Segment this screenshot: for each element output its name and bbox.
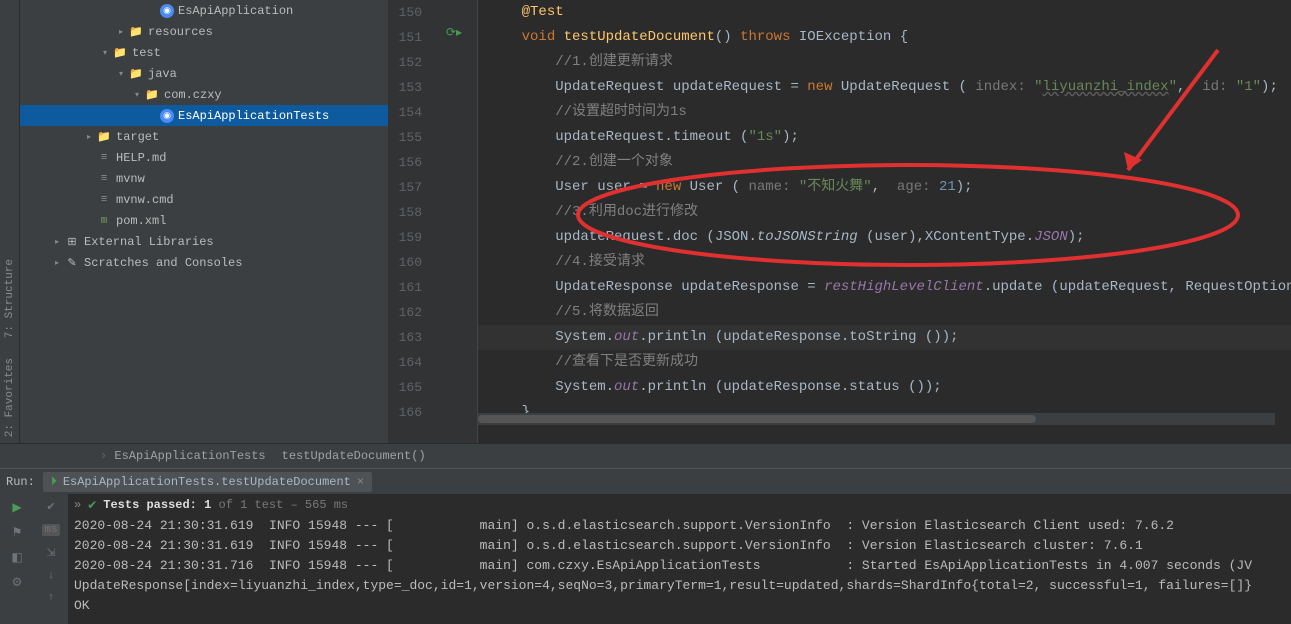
play-icon: ⏵ — [51, 475, 57, 489]
tab-favorites[interactable]: 2: Favorites — [4, 358, 16, 437]
up-icon[interactable]: ↑ — [48, 592, 55, 604]
code-editor[interactable]: @Test void testUpdateDocument() throws I… — [478, 0, 1291, 443]
tree-item[interactable]: ▾📁java — [20, 63, 388, 84]
tree-item[interactable]: ◉EsApiApplicationTests — [20, 105, 388, 126]
test-result-header: » ✔ Tests passed: 1 of 1 test – 565 ms — [68, 494, 1291, 516]
tree-item[interactable]: ▸⊞External Libraries — [20, 231, 388, 252]
tree-item[interactable]: ▾📁test — [20, 42, 388, 63]
toggle-icon[interactable]: ◧ — [11, 550, 22, 565]
tree-item[interactable]: ≡mvnw.cmd — [20, 189, 388, 210]
settings-icon[interactable]: ⚙ — [12, 575, 23, 590]
tree-item[interactable]: mpom.xml — [20, 210, 388, 231]
pass-icon[interactable]: ✔ — [46, 500, 55, 514]
tests-passed: Tests passed: 1 — [103, 498, 211, 512]
tree-item[interactable]: ▾📁com.czxy — [20, 84, 388, 105]
check-icon: ✔ — [87, 498, 97, 513]
close-icon[interactable]: × — [357, 475, 364, 489]
crumb-method[interactable]: testUpdateDocument() — [282, 449, 426, 463]
tree-item[interactable]: ≡HELP.md — [20, 147, 388, 168]
collapse-icon[interactable]: ↓ — [48, 570, 55, 582]
tree-item[interactable]: ◉EsApiApplication — [20, 0, 388, 21]
line-numbers: 1501511521531541551561571581591601611621… — [388, 0, 428, 443]
tab-structure[interactable]: 7: Structure — [4, 259, 16, 338]
tree-item[interactable]: ▸📁resources — [20, 21, 388, 42]
arrow-icon[interactable]: » — [74, 498, 81, 512]
left-tool-tabs: 2: Favorites 7: Structure — [0, 0, 20, 443]
gutter-icons: ⟳▸ — [428, 0, 478, 443]
run-tab-title: EsApiApplicationTests.testUpdateDocument — [63, 475, 351, 489]
crumb-class[interactable]: EsApiApplicationTests — [100, 449, 266, 463]
rerun-icon[interactable]: ▶ — [12, 500, 21, 515]
ms-badge: ms — [42, 524, 59, 536]
tree-item[interactable]: ▸📁target — [20, 126, 388, 147]
run-line-icon[interactable]: ⟳▸ — [446, 25, 462, 40]
tree-item[interactable]: ▸✎Scratches and Consoles — [20, 252, 388, 273]
project-tree[interactable]: ◉EsApiApplication▸📁resources▾📁test▾📁java… — [20, 0, 388, 443]
run-toolbar: ▶ ⚑ ◧ ⚙ ✔ ms ⇲ ↓ ↑ — [0, 494, 68, 624]
console-output[interactable]: 2020-08-24 21:30:31.619 INFO 15948 --- [… — [68, 516, 1291, 616]
run-tab-bar: Run: ⏵ EsApiApplicationTests.testUpdateD… — [0, 468, 1291, 494]
expand-icon[interactable]: ⇲ — [46, 546, 55, 560]
run-config-tab[interactable]: ⏵ EsApiApplicationTests.testUpdateDocume… — [43, 472, 372, 492]
tree-item[interactable]: ≡mvnw — [20, 168, 388, 189]
breadcrumb: EsApiApplicationTests testUpdateDocument… — [0, 443, 1291, 468]
run-label: Run: — [6, 475, 35, 489]
stop-icon[interactable]: ⚑ — [12, 525, 23, 540]
